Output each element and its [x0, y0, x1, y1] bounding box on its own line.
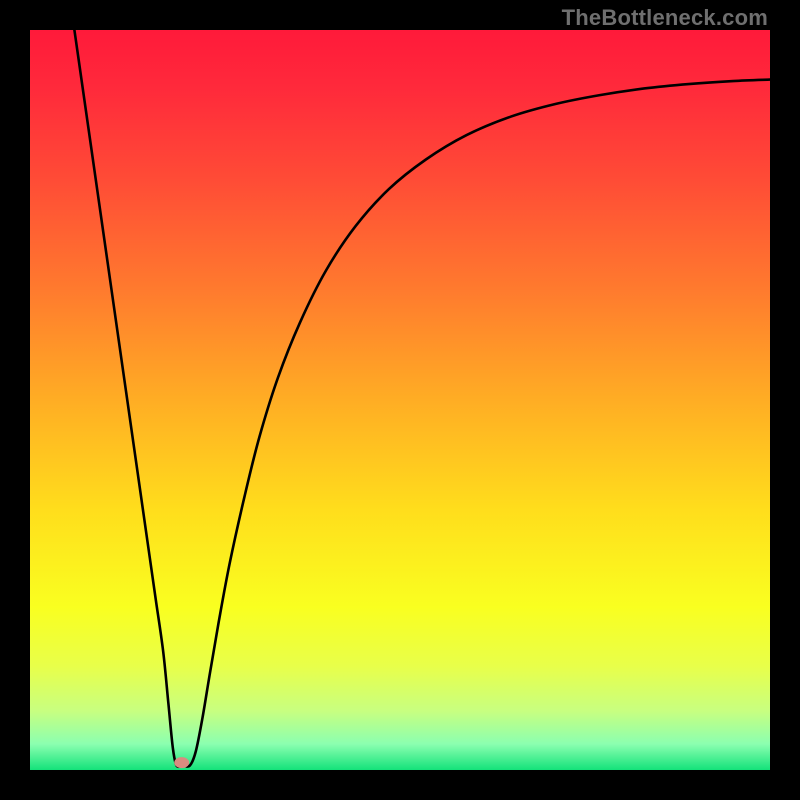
chart-canvas — [30, 30, 770, 770]
gradient-background — [30, 30, 770, 770]
chart-frame — [30, 30, 770, 770]
watermark-text: TheBottleneck.com — [562, 5, 768, 31]
optimum-marker — [174, 757, 189, 768]
